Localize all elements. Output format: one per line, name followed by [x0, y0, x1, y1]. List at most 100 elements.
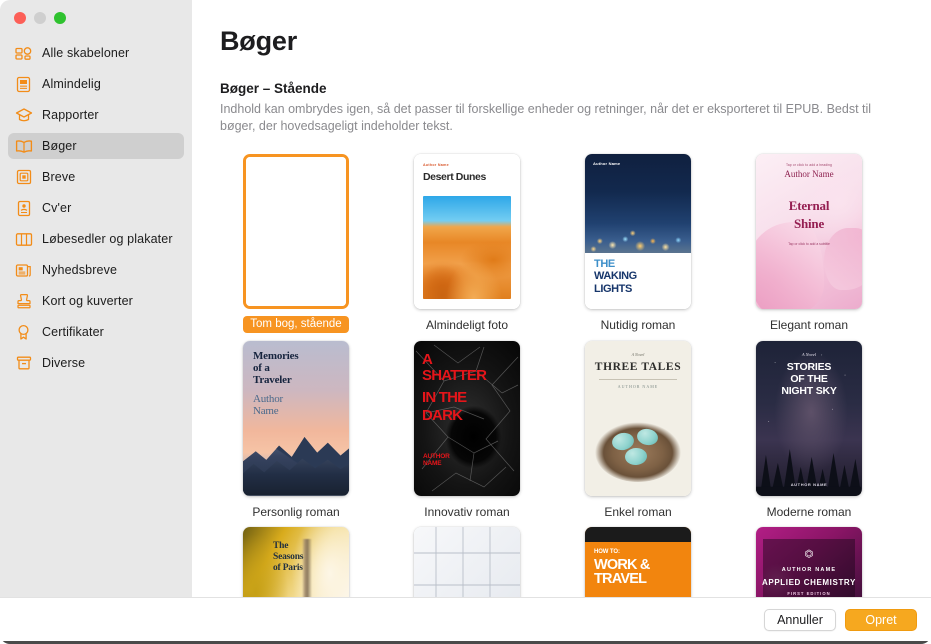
cover-title: The Seasons of Paris	[273, 540, 304, 574]
resume-icon	[14, 199, 33, 218]
cancel-button[interactable]: Annuller	[764, 608, 836, 631]
template-caption: Personlig roman	[252, 504, 340, 519]
misc-icon	[14, 354, 33, 373]
zoom-window-button[interactable]	[54, 12, 66, 24]
template-card-work-and-travel[interactable]: HOW TO: WORK & TRAVEL	[562, 523, 714, 597]
template-thumbnail[interactable]: Author Name Desert Dunes	[414, 153, 520, 309]
template-thumbnail[interactable]: ⏣ AUTHOR NAME APPLIED CHEMISTRY FIRST ED…	[756, 526, 862, 597]
certificates-icon	[14, 323, 33, 342]
cover-title: STORIES OF THE NIGHT SKY	[781, 360, 837, 398]
cover-tagline: Tap or click to add a heading	[785, 162, 833, 167]
flyers-posters-icon	[14, 230, 33, 249]
sidebar: Alle skabeloner Almindelig Rapporter Bøg…	[0, 0, 192, 597]
cover-author: Author Name	[423, 162, 449, 167]
template-thumbnail-wrap: Memories of a Traveler Author Name	[220, 337, 372, 500]
template-caption: Enkel roman	[604, 504, 672, 519]
template-caption: Moderne roman	[766, 504, 852, 519]
basic-icon	[14, 75, 33, 94]
template-card-elegant-roman[interactable]: Tap or click to add a heading Author Nam…	[733, 150, 885, 333]
template-caption: Innovativ roman	[424, 504, 510, 519]
sidebar-item-alle-skabeloner[interactable]: Alle skabeloner	[8, 40, 184, 66]
minimize-window-button[interactable]	[34, 12, 46, 24]
template-card-puzzle[interactable]	[391, 523, 543, 597]
template-grid: Tom bog, stående Author Name Desert Dune…	[220, 150, 907, 597]
sidebar-item-boger[interactable]: Bøger	[8, 133, 184, 159]
template-thumbnail[interactable]: The Seasons of Paris	[243, 526, 349, 597]
sidebar-item-certifikater[interactable]: Certifikater	[8, 319, 184, 345]
sidebar-item-kort-og-kuverter[interactable]: Kort og kuverter	[8, 288, 184, 314]
cover-title: Desert Dunes	[423, 170, 486, 183]
template-thumbnail[interactable]: A SHATTER IN THE DARK AUTHOR NAME	[414, 340, 520, 496]
sidebar-item-rapporter[interactable]: Rapporter	[8, 102, 184, 128]
cover-author: Author Name	[784, 168, 834, 179]
sidebar-item-label: Almindelig	[42, 77, 101, 91]
cover-author: Author Name	[253, 392, 283, 417]
sidebar-item-label: Rapporter	[42, 108, 99, 122]
close-window-button[interactable]	[14, 12, 26, 24]
sidebar-item-label: Cv'er	[42, 201, 72, 215]
sidebar-item-almindelig[interactable]: Almindelig	[8, 71, 184, 97]
sidebar-category-list: Alle skabeloner Almindelig Rapporter Bøg…	[0, 34, 192, 376]
create-button[interactable]: Opret	[845, 608, 917, 631]
cover-author: AUTHOR NAME	[781, 566, 837, 573]
sidebar-item-label: Alle skabeloner	[42, 46, 130, 60]
sidebar-item-label: Nyhedsbreve	[42, 263, 118, 277]
template-card-seasons-of-paris[interactable]: The Seasons of Paris	[220, 523, 372, 597]
template-caption: Elegant roman	[769, 317, 849, 332]
template-thumbnail[interactable]: A Novel THREE TALES AUTHOR NAME	[585, 340, 691, 496]
template-card-nutidig-roman[interactable]: Author Name THE WAKING LIGHTS Nutidig ro…	[562, 150, 714, 333]
template-scroll-area[interactable]: Bøger Bøger – Stående Indhold kan ombryd…	[192, 0, 931, 597]
template-thumbnail[interactable]	[414, 526, 520, 597]
template-thumbnail-wrap	[391, 523, 543, 597]
cover-edition: FIRST EDITION	[787, 590, 831, 596]
template-thumbnail[interactable]: Memories of a Traveler Author Name	[243, 340, 349, 496]
cover-title: Memories of a Traveler	[253, 349, 299, 387]
dialog-footer: Annuller Opret	[0, 597, 931, 641]
sidebar-item-lobesedler-og-plakater[interactable]: Løbesedler og plakater	[8, 226, 184, 252]
sidebar-item-label: Breve	[42, 170, 76, 184]
cover-kicker: HOW TO:	[594, 548, 620, 555]
sidebar-item-diverse[interactable]: Diverse	[8, 350, 184, 376]
template-card-enkel-roman[interactable]: A Novel THREE TALES AUTHOR NAME Enkel ro…	[562, 337, 714, 519]
template-thumbnail-wrap: ⏣ AUTHOR NAME APPLIED CHEMISTRY FIRST ED…	[733, 523, 885, 597]
cover-title-line3: LIGHTS	[594, 283, 632, 296]
template-thumbnail[interactable]: Tap or click to add a heading Author Nam…	[756, 153, 862, 309]
template-caption: Almindeligt foto	[425, 317, 509, 332]
cover-title-line4: DARK	[422, 406, 463, 424]
template-card-almindeligt-foto[interactable]: Author Name Desert Dunes Almindeligt fot…	[391, 150, 543, 333]
template-thumbnail-wrap: A Novel STORIES OF THE NIGHT SKY AUTHOR …	[733, 337, 885, 500]
template-card-blank-portrait[interactable]: Tom bog, stående	[220, 150, 372, 333]
sidebar-item-nyhedsbreve[interactable]: Nyhedsbreve	[8, 257, 184, 283]
template-thumbnail[interactable]: Author Name THE WAKING LIGHTS	[585, 153, 691, 309]
template-thumbnail-wrap: A Novel THREE TALES AUTHOR NAME	[562, 337, 714, 500]
section-title: Bøger – Stående	[220, 81, 327, 96]
template-thumbnail[interactable]	[243, 153, 349, 309]
newsletters-icon	[14, 261, 33, 280]
books-icon	[14, 137, 33, 156]
letters-icon	[14, 168, 33, 187]
template-card-innovativ-roman[interactable]: A SHATTER IN THE DARK AUTHOR NAME Innova…	[391, 337, 543, 519]
reports-icon	[14, 106, 33, 125]
template-caption: Nutidig roman	[600, 317, 676, 332]
sidebar-item-label: Certifikater	[42, 325, 104, 339]
cover-author: AUTHOR NAME	[617, 383, 659, 389]
window-body: Alle skabeloner Almindelig Rapporter Bøg…	[0, 0, 931, 597]
page-title: Bøger	[220, 26, 298, 56]
cover-title-line1: Eternal	[788, 197, 830, 213]
sidebar-item-cver[interactable]: Cv'er	[8, 195, 184, 221]
template-card-applied-chemistry[interactable]: ⏣ AUTHOR NAME APPLIED CHEMISTRY FIRST ED…	[733, 523, 885, 597]
template-caption: Tom bog, stående	[243, 315, 349, 333]
sidebar-item-label: Kort og kuverter	[42, 294, 133, 308]
template-thumbnail-wrap	[220, 150, 372, 313]
template-card-personlig-roman[interactable]: Memories of a Traveler Author Name Perso…	[220, 337, 372, 519]
template-thumbnail[interactable]: A Novel STORIES OF THE NIGHT SKY AUTHOR …	[756, 340, 862, 496]
template-thumbnail[interactable]: HOW TO: WORK & TRAVEL	[585, 526, 691, 597]
section-description: Indhold kan ombrydes igen, så det passer…	[220, 102, 872, 134]
cover-subtitle: Tap or click to add a subtitle	[788, 241, 830, 246]
template-thumbnail-wrap: HOW TO: WORK & TRAVEL	[562, 523, 714, 597]
sidebar-item-breve[interactable]: Breve	[8, 164, 184, 190]
template-chooser-window: Alle skabeloner Almindelig Rapporter Bøg…	[0, 0, 931, 644]
sidebar-item-label: Diverse	[42, 356, 86, 370]
main-content: Bøger Bøger – Stående Indhold kan ombryd…	[192, 0, 931, 597]
template-card-moderne-roman[interactable]: A Novel STORIES OF THE NIGHT SKY AUTHOR …	[733, 337, 885, 519]
